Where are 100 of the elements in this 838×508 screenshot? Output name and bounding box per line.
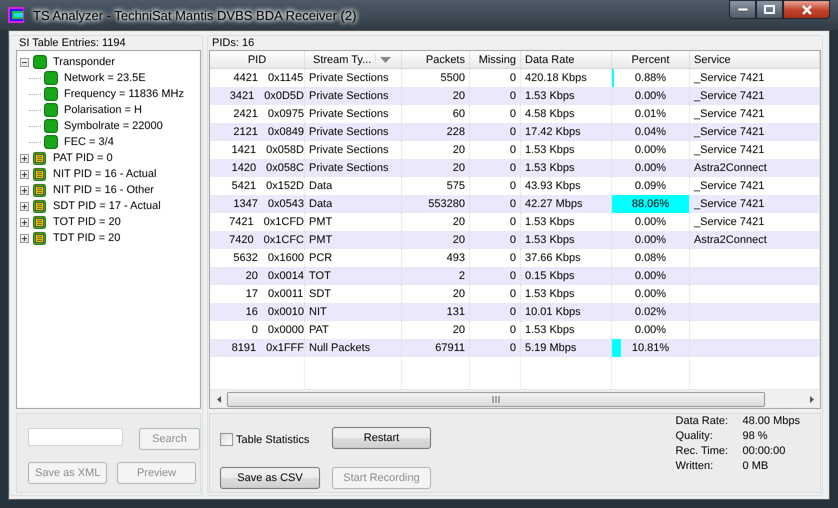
tree-item[interactable]: NIT PID = 16 - Other	[51, 184, 156, 196]
close-button[interactable]	[783, 0, 830, 19]
table-cell: Private Sections	[305, 87, 402, 105]
expand-icon[interactable]	[20, 186, 29, 194]
table-cell: Astra2Connect	[690, 159, 820, 177]
table-icon	[33, 152, 47, 164]
table-cell-text: 2421	[232, 108, 258, 120]
stat-value: 00:00:00	[742, 445, 786, 457]
table-cell: 0.08%	[634, 252, 666, 264]
stat-label: Written:	[676, 460, 714, 472]
table-cell: 88.06%	[632, 198, 670, 210]
stat-label: Quality:	[676, 430, 714, 442]
table-cell: Astra2Connect	[690, 231, 820, 249]
table-cell: 0	[470, 195, 521, 213]
tree-item[interactable]: Network = 23.5E	[62, 72, 148, 84]
table-cell: 0x0010	[268, 306, 304, 318]
table-cell-text: 20	[244, 270, 258, 282]
table-cell: TOT	[305, 267, 402, 285]
minimize-button[interactable]	[729, 0, 756, 19]
table-cell: 0x1CFC	[264, 234, 304, 246]
minimize-icon	[738, 8, 748, 12]
table-cell: 0.00%	[634, 234, 666, 246]
column-header-label: Stream Ty...	[309, 54, 376, 66]
table-cell: 10.81%	[632, 342, 670, 354]
tree-item[interactable]: Polarisation = H	[62, 104, 144, 116]
table-cell: 0x058D	[266, 144, 304, 156]
table-cell-text: 1347	[232, 198, 258, 210]
sort-icon[interactable]	[380, 56, 391, 62]
table-cell: 0.88%	[634, 72, 666, 84]
table-cell-text: 3421	[228, 90, 254, 102]
tree-item[interactable]: TDT PID = 20	[51, 232, 122, 244]
stat-value: 98 %	[742, 430, 769, 442]
table-cell: 10.01 Kbps	[521, 303, 612, 321]
tree-item[interactable]: PAT PID = 0	[51, 152, 115, 164]
tree-item[interactable]: Frequency = 11836 MHz	[62, 88, 186, 100]
column-header[interactable]: Service	[690, 51, 820, 68]
column-header[interactable]: Percent	[612, 51, 690, 68]
tree-item[interactable]: Symbolrate = 22000	[62, 120, 165, 132]
table-cell: PMT	[305, 231, 402, 249]
table-cell: 131	[402, 303, 470, 321]
table-cell: NIT	[305, 303, 402, 321]
table-cell: 20	[402, 159, 470, 177]
stat-label: Data Rate:	[676, 415, 730, 427]
table-cell: 0.04%	[634, 126, 666, 138]
tree-item[interactable]: SDT PID = 17 - Actual	[51, 200, 163, 212]
expand-icon[interactable]	[20, 218, 29, 226]
status-icon	[44, 71, 58, 85]
save-csv-button[interactable]: Save as CSV	[220, 467, 320, 490]
checkbox[interactable]	[220, 433, 233, 446]
stat-value: 0 MB	[742, 460, 770, 472]
table-cell-text: 7421	[228, 216, 254, 228]
table-cell: 0.02%	[634, 306, 666, 318]
collapse-icon[interactable]	[20, 58, 29, 66]
table-cell: 0.00%	[634, 288, 666, 300]
table-cell-text: 2121	[232, 126, 258, 138]
table-cell: 0x0000	[268, 324, 304, 336]
tree-item[interactable]: FEC = 3/4	[62, 136, 116, 148]
tree-item[interactable]: Transponder	[51, 56, 117, 68]
table-cell: 0x152D	[266, 180, 304, 192]
table-cell: 0	[470, 231, 521, 249]
table-cell: 1.53 Kbps	[521, 159, 612, 177]
table-cell: Private Sections	[305, 123, 402, 141]
table-cell: 0	[470, 87, 521, 105]
expand-icon[interactable]	[20, 202, 29, 210]
column-header[interactable]: PID	[210, 51, 305, 68]
restart-button[interactable]: Restart	[332, 426, 431, 449]
expand-icon[interactable]	[20, 154, 29, 162]
table-cell: 0x0849	[268, 126, 304, 138]
table-cell: 0.09%	[634, 180, 666, 192]
maximize-button[interactable]	[756, 0, 783, 19]
tree-item[interactable]: TOT PID = 20	[51, 216, 123, 228]
table-cell-text: 1420	[230, 162, 256, 174]
column-header[interactable]: Missing	[470, 51, 521, 68]
tree-item[interactable]: NIT PID = 16 - Actual	[51, 168, 158, 180]
table-cell: 0.00%	[634, 324, 666, 336]
table-cell: 0x0543	[268, 198, 304, 210]
window-title: TS Analyzer - TechniSat Mantis DVBS BDA Receiver (2)	[32, 6, 358, 24]
table-icon	[33, 184, 47, 196]
table-cell: 0x0011	[268, 288, 304, 300]
table-cell: 0.01%	[634, 108, 666, 120]
expand-icon[interactable]	[20, 234, 29, 242]
table-cell: 1.53 Kbps	[521, 231, 612, 249]
column-header[interactable]: Packets	[402, 51, 470, 68]
table-cell: 0.00%	[634, 270, 666, 282]
table-cell-text: 0	[250, 324, 258, 336]
table-cell: 0x058C	[266, 162, 304, 174]
table-icon	[33, 168, 47, 180]
status-icon	[33, 55, 47, 69]
table-cell: 0.00%	[634, 90, 666, 102]
table-cell: 0x1CFD	[264, 216, 304, 228]
search-field[interactable]	[28, 428, 123, 446]
table-cell: Data	[305, 195, 402, 213]
expand-icon[interactable]	[20, 170, 29, 178]
stat-label: Rec. Time:	[676, 445, 730, 457]
table-cell-text: 5632	[232, 252, 258, 264]
column-header[interactable]: Data Rate	[521, 51, 612, 68]
checkbox-label[interactable]: Table Statistics	[236, 434, 310, 446]
table-cell: _Service 7421	[690, 87, 820, 105]
scrollbar-thumb[interactable]	[227, 392, 765, 406]
table-cell: 228	[402, 123, 470, 141]
